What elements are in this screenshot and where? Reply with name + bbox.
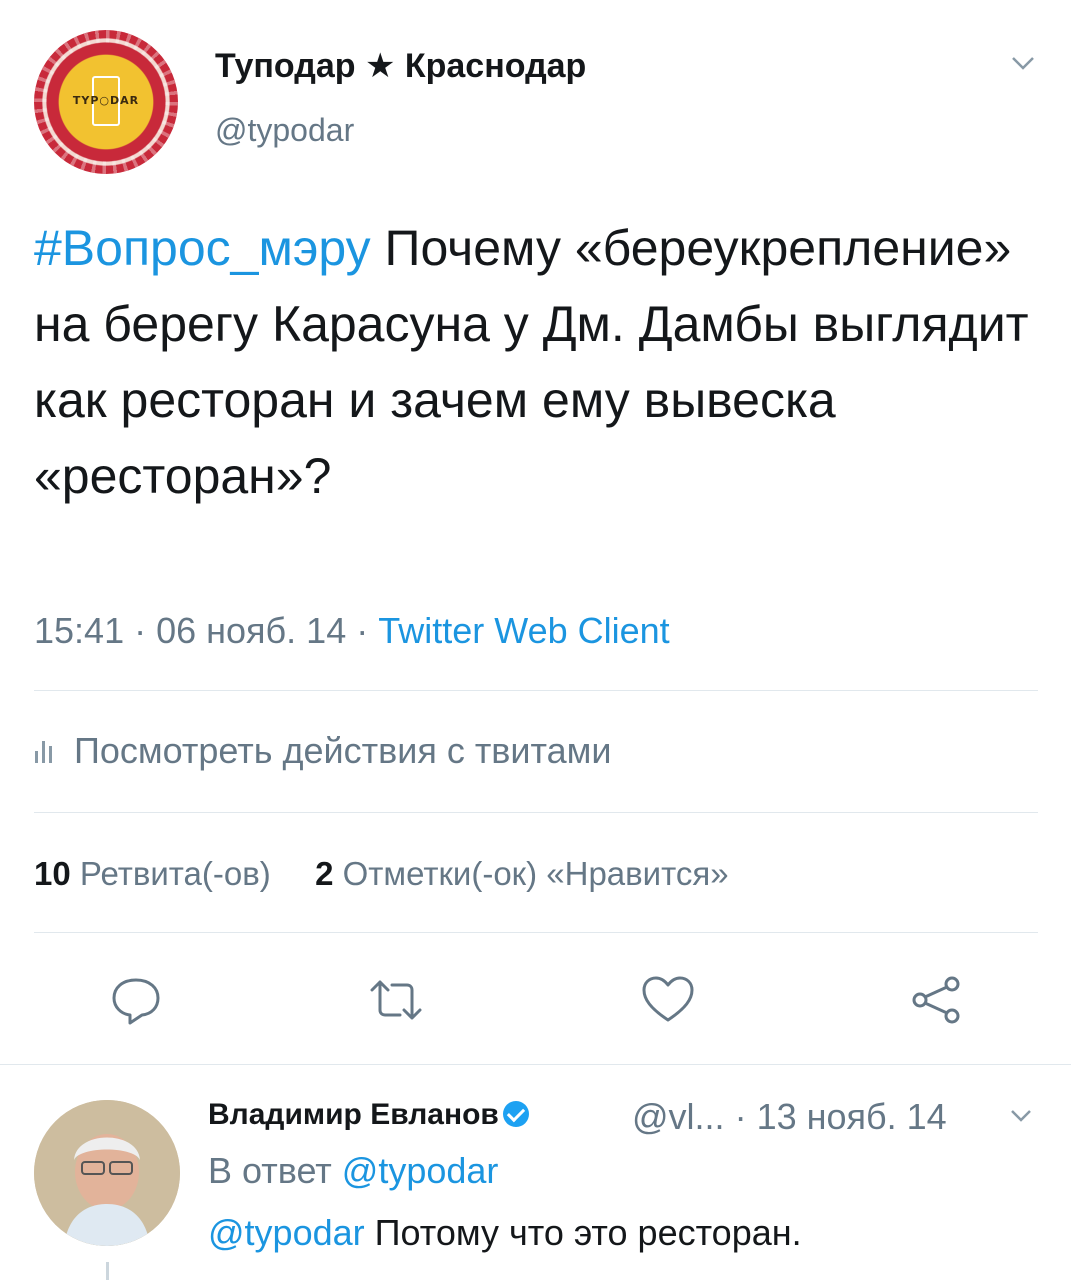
retweets-stat[interactable]: 10 Ретвита(-ов) — [34, 855, 271, 892]
likes-stat[interactable]: 2 Отметки(-ок) «Нравится» — [315, 855, 729, 892]
reply-meta: @vl... · 13 нояб. 14 — [632, 1096, 947, 1137]
tweet-activity-link[interactable]: Посмотреть действия с твитами — [34, 730, 612, 772]
chevron-down-icon[interactable] — [1010, 50, 1036, 76]
retweets-count: 10 — [34, 855, 71, 892]
author-handle[interactable]: @typodar — [215, 112, 354, 149]
reply-to-prefix: В ответ — [208, 1150, 332, 1191]
likes-label: Отметки(-ок) «Нравится» — [342, 855, 729, 892]
tweet-meta: 15:41 · 06 нояб. 14 · Twitter Web Client — [34, 610, 670, 651]
tweet-time: 15:41 — [34, 610, 125, 651]
reply-author-handle[interactable]: @vl... — [632, 1096, 725, 1137]
reply-text: @typodar Потому что это ресторан. — [208, 1212, 802, 1254]
divider — [34, 812, 1038, 813]
section-divider — [0, 1064, 1071, 1065]
tweet-text: #Вопрос_мэру Почему «береукрепление» на … — [34, 210, 1044, 514]
hashtag-link[interactable]: #Вопрос_мэру — [34, 220, 371, 276]
chevron-down-icon[interactable] — [1010, 1104, 1032, 1126]
divider — [34, 932, 1038, 933]
author-name[interactable]: Туподар ★ Краснодар — [215, 46, 586, 86]
author-avatar[interactable]: TYP○DAR — [34, 30, 178, 174]
analytics-icon — [35, 741, 52, 763]
divider — [34, 690, 1038, 691]
tweet-activity-label: Посмотреть действия с твитами — [74, 730, 612, 771]
thread-line — [106, 1262, 109, 1280]
reply-to-line: В ответ @typodar — [208, 1150, 498, 1192]
tweet-date: 06 нояб. 14 — [156, 610, 347, 651]
share-icon[interactable] — [906, 970, 966, 1030]
reply-to-handle-link[interactable]: @typodar — [342, 1150, 499, 1191]
likes-count: 2 — [315, 855, 334, 892]
like-icon[interactable] — [638, 970, 698, 1030]
reply-icon[interactable] — [106, 970, 166, 1030]
tweet-source-link[interactable]: Twitter Web Client — [378, 610, 669, 651]
reply-author-name[interactable]: Владимир Евланов — [208, 1098, 529, 1132]
retweets-label: Ретвита(-ов) — [79, 855, 271, 892]
verified-badge-icon — [502, 1101, 529, 1127]
reply-author-name-text: Владимир Евланов — [208, 1098, 499, 1131]
reply-author-avatar[interactable] — [34, 1100, 180, 1246]
retweet-icon[interactable] — [366, 970, 426, 1030]
mention-link[interactable]: @typodar — [208, 1212, 365, 1253]
tweet-stats: 10 Ретвита(-ов) 2 Отметки(-ок) «Нравится… — [34, 855, 729, 893]
reply-body: Потому что это ресторан. — [364, 1212, 802, 1253]
avatar-logo-text: TYP○DAR — [72, 94, 140, 107]
reply-date[interactable]: 13 нояб. 14 — [757, 1096, 947, 1137]
